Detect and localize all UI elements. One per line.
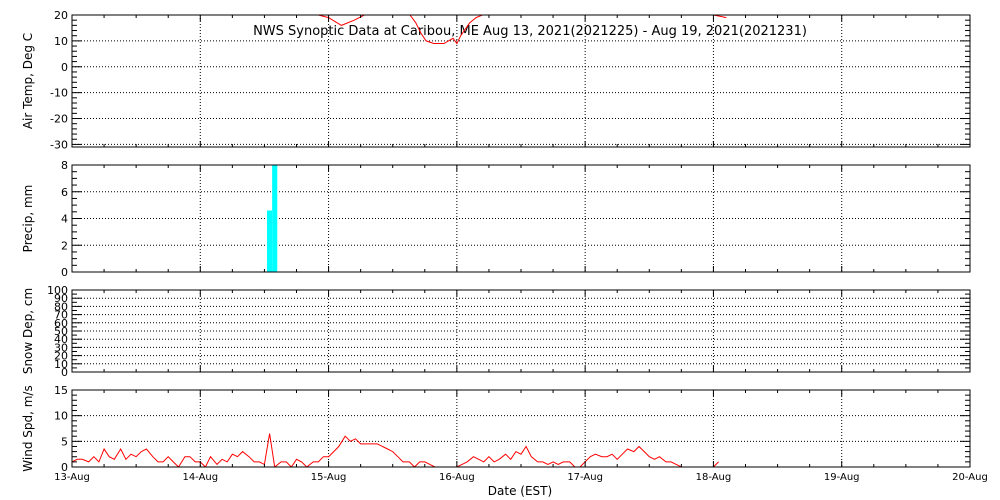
x-axis-label: Date (EST): [488, 484, 552, 498]
panel-1: -30 -20 -10 0 10 20 Air Temp, Deg C: [21, 9, 971, 151]
y-tick-label: 100: [47, 284, 68, 297]
y-tick-label: -20: [50, 113, 68, 126]
y-axis-label: Precip, mm: [21, 185, 35, 253]
x-tick-label: 15-Aug: [311, 472, 347, 483]
y-axis-label: Air Temp, Deg C: [21, 33, 35, 129]
x-tick-label: 14-Aug: [182, 472, 218, 483]
y-tick-label: 4: [61, 213, 68, 226]
precip-bar: [272, 165, 278, 272]
x-tick-label: 20-Aug: [952, 472, 988, 483]
y-tick-label: 10: [54, 410, 68, 423]
panel-data: [72, 433, 719, 467]
y-tick-label: 2: [61, 239, 68, 252]
y-tick-label: 8: [61, 159, 68, 172]
panel-4: 051015Wind Spd, m/s: [21, 384, 971, 474]
x-tick-label: 17-Aug: [567, 472, 603, 483]
y-tick-label: -30: [50, 138, 68, 151]
x-tick-label: 16-Aug: [439, 472, 475, 483]
panel-data: [266, 165, 278, 272]
precip-bar: [266, 210, 273, 272]
y-tick-label: 5: [61, 435, 68, 448]
synoptic-chart: NWS Synoptic Data at Caribou, ME Aug 13,…: [21, 9, 988, 498]
y-tick-label: -10: [50, 87, 68, 100]
y-tick-label: 6: [61, 186, 68, 199]
panel-3: 0102030405060708090100Snow Dep, cm: [21, 284, 971, 379]
panel-2: 0 2 4 6 8 Precip, mm: [21, 159, 971, 279]
chart-title: NWS Synoptic Data at Caribou, ME Aug 13,…: [253, 24, 807, 39]
y-tick-label: 10: [54, 35, 68, 48]
x-tick-label: 18-Aug: [696, 472, 732, 483]
y-axis-label: Wind Spd, m/s: [21, 385, 35, 471]
y-axis-label: Snow Dep, cm: [21, 288, 35, 374]
panel-frame: [71, 164, 971, 273]
chart-panels: -30 -20 -10 0 10 20 Air Temp, Deg C 0 2 4 6 8 Precip…: [21, 9, 988, 483]
y-tick-label: 15: [54, 384, 68, 397]
y-tick-label: 0: [61, 266, 68, 279]
x-tick-label: 19-Aug: [824, 472, 860, 483]
x-tick-label: 13-Aug: [54, 472, 90, 483]
panel-frame: [71, 389, 971, 468]
y-tick-label: 20: [54, 9, 68, 22]
y-tick-label: 0: [61, 61, 68, 74]
panel-frame: [71, 289, 971, 373]
series-line-1: [72, 433, 719, 467]
